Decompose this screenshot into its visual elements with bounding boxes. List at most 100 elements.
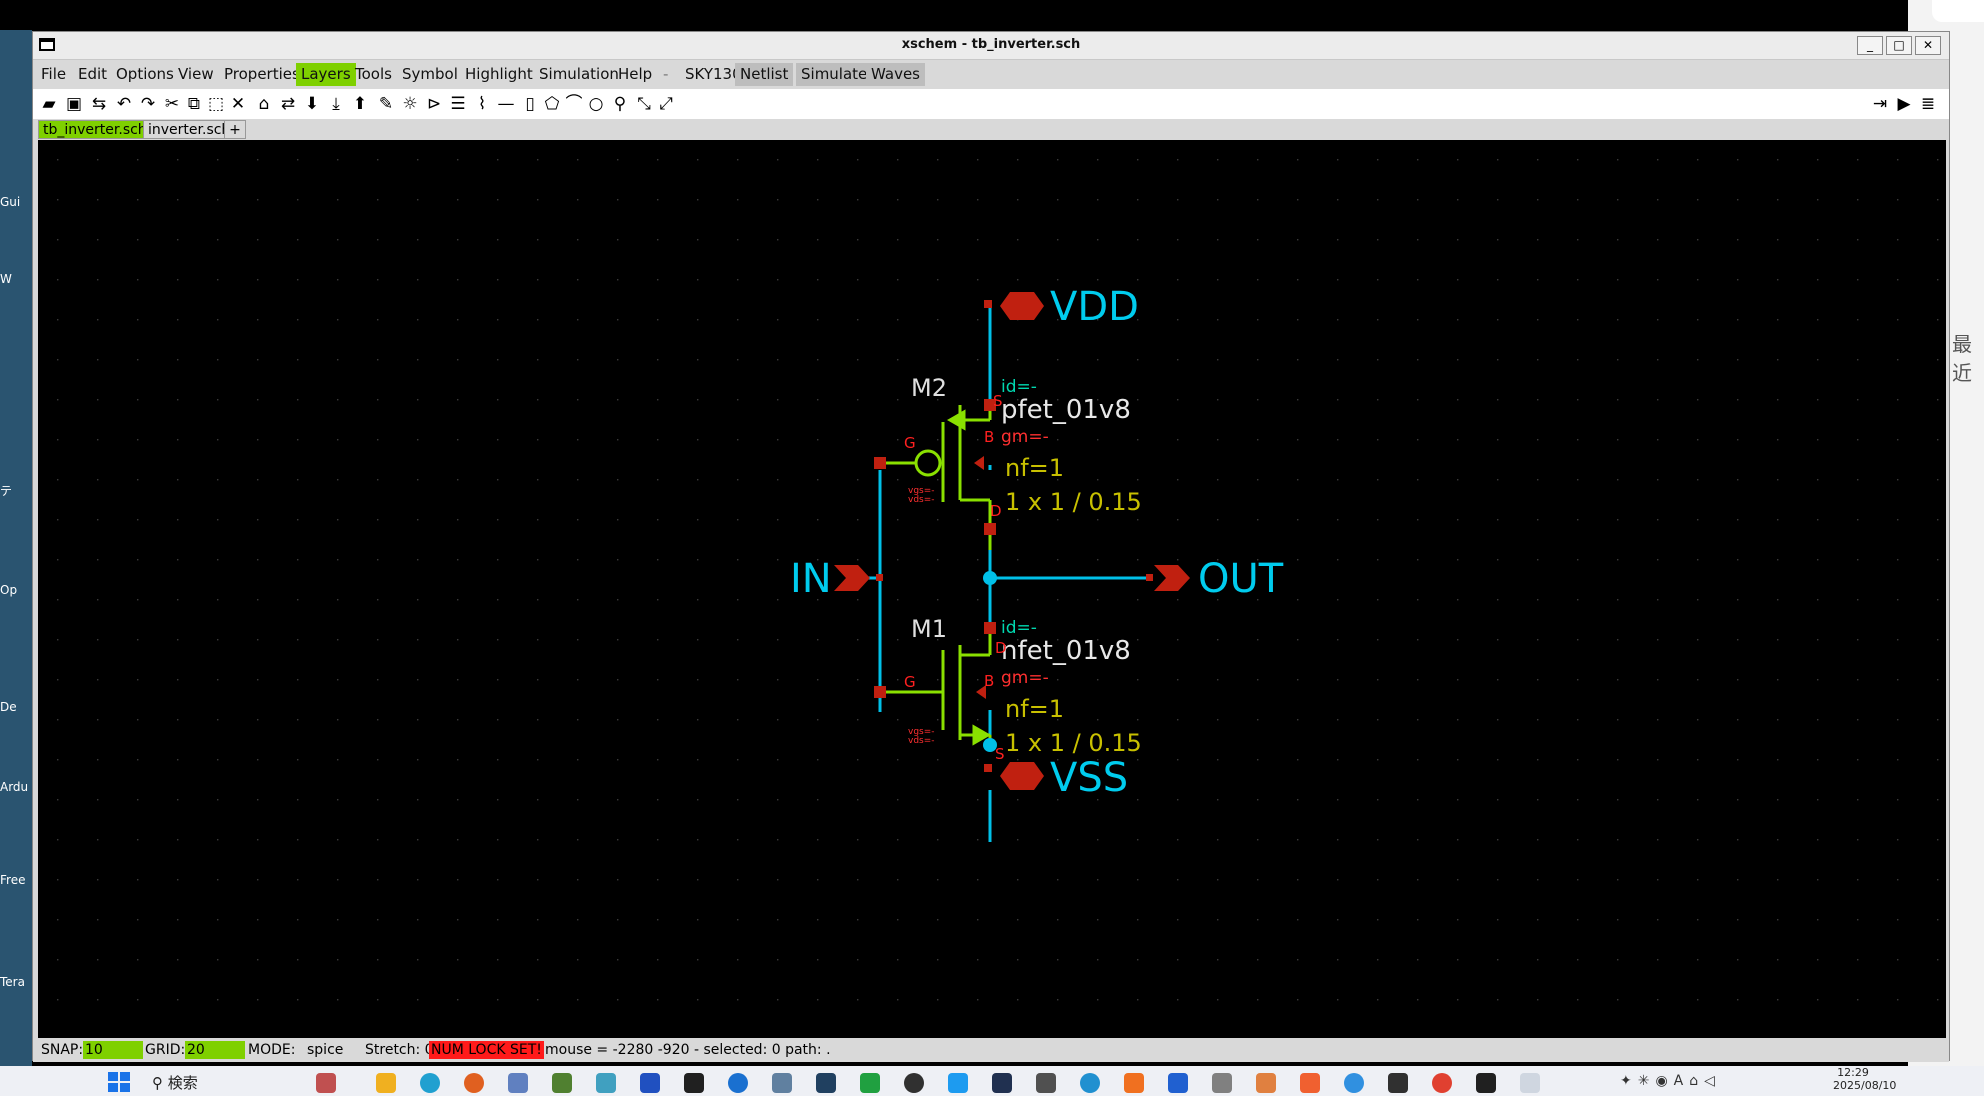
numlock-warning: NUM LOCK SET! [429, 1041, 544, 1059]
app-icon[interactable] [1212, 1073, 1232, 1093]
undo-icon[interactable]: ↶ [113, 93, 135, 115]
m2-pin-g: G [904, 434, 916, 452]
push-icon[interactable]: ⌂ [253, 93, 275, 115]
maximize-button[interactable]: □ [1886, 36, 1912, 55]
m2-model: pfet_01v8 [1001, 395, 1131, 425]
m1-nf: nf=1 [1005, 695, 1064, 723]
terminal-icon[interactable] [684, 1073, 704, 1093]
linux-icon[interactable] [1520, 1073, 1540, 1093]
app-icon[interactable] [1124, 1073, 1144, 1093]
schematic-drawing[interactable]: VDD VSS IN OUT M2 id=- pfet_01v8 gm=- nf… [38, 140, 1946, 1040]
minimize-button[interactable]: _ [1857, 36, 1883, 55]
windows-start-icon[interactable] [108, 1072, 130, 1092]
taskbar-search[interactable]: ⚲ 検索 [152, 1072, 198, 1093]
arc-icon[interactable]: ⌒ [563, 93, 585, 115]
wire-pen-icon[interactable]: ✎ [375, 93, 397, 115]
schematic-canvas[interactable]: VDD VSS IN OUT M2 id=- pfet_01v8 gm=- nf… [38, 140, 1946, 1040]
title-bar[interactable]: xschem - tb_inverter.sch _ □ ✕ [33, 32, 1949, 60]
app-icon[interactable] [1388, 1073, 1408, 1093]
snap-input[interactable]: 10 [83, 1041, 143, 1059]
save-icon[interactable]: ▣ [63, 93, 85, 115]
waves-icon[interactable]: ≣ [1917, 93, 1939, 115]
zoom-fit-icon[interactable]: ⤡ [633, 93, 655, 115]
terminal-icon[interactable] [1476, 1073, 1496, 1093]
app-icon[interactable] [640, 1073, 660, 1093]
open-folder-icon[interactable]: ▰ [38, 93, 60, 115]
out-label: OUT [1198, 556, 1284, 602]
app-icon[interactable] [1036, 1073, 1056, 1093]
grid-background [38, 140, 1946, 1040]
pin-icon[interactable]: ⊳ [423, 93, 445, 115]
paste-icon[interactable]: ⬚ [205, 93, 227, 115]
menu-simulation[interactable]: Simulation [534, 63, 624, 86]
clock[interactable]: 12:29 2025/08/10 [1833, 1066, 1896, 1092]
menu-tools[interactable]: Tools [350, 63, 397, 86]
menu-waves[interactable]: Waves [866, 63, 925, 86]
menu-layers[interactable]: Layers [296, 63, 356, 86]
cut-icon[interactable]: ✂ [161, 93, 183, 115]
circle-icon[interactable]: ○ [585, 93, 607, 115]
m1-model: nfet_01v8 [1001, 636, 1131, 666]
copy-icon[interactable]: ⧉ [183, 93, 205, 115]
app-icon[interactable] [552, 1073, 572, 1093]
out-junction [983, 571, 997, 585]
app-icon[interactable] [1256, 1073, 1276, 1093]
chrome-icon[interactable] [1432, 1073, 1452, 1093]
reload-icon[interactable]: ⇆ [88, 93, 110, 115]
app-icon[interactable] [1080, 1073, 1100, 1093]
app-icon[interactable] [992, 1073, 1012, 1093]
window-title: xschem - tb_inverter.sch [901, 37, 1081, 52]
rectangle-icon[interactable]: ▯ [519, 93, 541, 115]
menu-file[interactable]: File [36, 63, 71, 86]
simulate-icon[interactable]: ▶ [1893, 93, 1915, 115]
app-icon[interactable] [904, 1073, 924, 1093]
menu-symbol[interactable]: Symbol [397, 63, 463, 86]
app-icon[interactable] [1300, 1073, 1320, 1093]
app-icon[interactable] [1344, 1073, 1364, 1093]
vss-label: VSS [1050, 755, 1128, 801]
line-icon[interactable]: — [495, 93, 517, 115]
polygon-icon[interactable]: ⬠ [541, 93, 563, 115]
menu-simulate[interactable]: Simulate [796, 63, 873, 86]
delete-icon[interactable]: ✕ [227, 93, 249, 115]
menu-help[interactable]: Help [613, 63, 657, 86]
system-tray[interactable]: ✦✳◉A⌂◁ [1620, 1073, 1721, 1089]
zoom-expand-icon[interactable]: ⤢ [655, 93, 677, 115]
zoom-icon[interactable]: ⚲ [609, 93, 631, 115]
app-icon[interactable] [728, 1073, 748, 1093]
descend-icon[interactable]: ⬇ [301, 93, 323, 115]
new-tab-button[interactable]: + [224, 120, 246, 139]
edge-icon[interactable] [420, 1073, 440, 1093]
grid-label: GRID: [145, 1042, 186, 1058]
menu-options[interactable]: Options [111, 63, 179, 86]
mouse-status: mouse = -2280 -920 - selected: 0 path: . [545, 1042, 831, 1058]
tab-tb-inverter[interactable]: tb_inverter.sch [38, 120, 152, 139]
menu-view[interactable]: View [173, 63, 219, 86]
descend-symbol-icon[interactable]: ⤓ [325, 93, 347, 115]
app-icon[interactable] [816, 1073, 836, 1093]
resistor-icon[interactable]: ⌇ [471, 93, 493, 115]
firefox-icon[interactable] [464, 1073, 484, 1093]
bus-icon[interactable]: ☰ [447, 93, 469, 115]
netlist-icon[interactable]: ⇥ [1869, 93, 1891, 115]
grid-input[interactable]: 20 [185, 1041, 245, 1059]
menu-netlist[interactable]: Netlist [735, 63, 794, 86]
folder-icon[interactable] [376, 1073, 396, 1093]
app-icon[interactable] [948, 1073, 968, 1093]
calculator-icon[interactable] [772, 1073, 792, 1093]
menu-properties[interactable]: Properties [219, 63, 305, 86]
app-icon[interactable] [596, 1073, 616, 1093]
app-icon[interactable] [1168, 1073, 1188, 1093]
app-icon[interactable] [316, 1073, 336, 1093]
app-icon[interactable] [860, 1073, 880, 1093]
close-button[interactable]: ✕ [1915, 36, 1941, 55]
app-icon[interactable] [508, 1073, 528, 1093]
tab-inverter[interactable]: inverter.sch [143, 120, 236, 139]
redo-icon[interactable]: ↷ [137, 93, 159, 115]
menu-bar: File Edit Options View Properties Layers… [33, 60, 1949, 89]
highlight-icon[interactable]: ☼ [399, 93, 421, 115]
menu-highlight[interactable]: Highlight [460, 63, 538, 86]
swap-icon[interactable]: ⇄ [277, 93, 299, 115]
menu-edit[interactable]: Edit [73, 63, 112, 86]
go-up-icon[interactable]: ⬆ [349, 93, 371, 115]
